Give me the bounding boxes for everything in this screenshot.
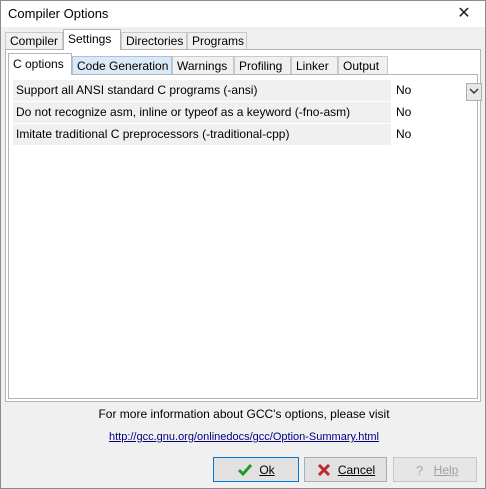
gcc-docs-link[interactable]: http://gcc.gnu.org/onlinedocs/gcc/Option…: [1, 431, 486, 443]
option-value[interactable]: No: [394, 124, 464, 145]
help-label: Help: [433, 462, 459, 477]
option-label: Imitate traditional C preprocessors (-tr…: [13, 124, 391, 145]
cancel-button[interactable]: Cancel: [304, 457, 387, 482]
option-label: Support all ANSI standard C programs (-a…: [13, 80, 391, 101]
chevron-down-icon[interactable]: [466, 83, 482, 101]
tab-compiler[interactable]: Compiler: [5, 32, 63, 49]
option-label: Do not recognize asm, inline or typeof a…: [13, 102, 391, 123]
option-row[interactable]: Support all ANSI standard C programs (-a…: [13, 80, 482, 101]
subtab-profiling[interactable]: Profiling: [234, 56, 291, 74]
option-row[interactable]: Do not recognize asm, inline or typeof a…: [13, 102, 475, 123]
compiler-options-dialog: Compiler Options ✕ Compiler Settings Dir…: [0, 0, 486, 489]
close-icon[interactable]: ✕: [449, 2, 479, 26]
subtab-c-options[interactable]: C options: [8, 53, 72, 75]
tab-settings[interactable]: Settings: [63, 29, 121, 50]
ok-label: Ok: [259, 462, 275, 477]
cancel-x-icon: [316, 462, 332, 478]
window-title: Compiler Options: [8, 6, 109, 21]
option-row[interactable]: Imitate traditional C preprocessors (-tr…: [13, 124, 475, 145]
help-icon: ?: [412, 462, 428, 478]
cancel-label: Cancel: [337, 462, 376, 477]
tab-directories[interactable]: Directories: [121, 32, 187, 49]
option-value[interactable]: No: [394, 80, 464, 101]
main-tabs: Compiler Settings Directories Programs: [5, 29, 481, 50]
subtab-code-generation[interactable]: Code Generation: [72, 56, 172, 74]
info-text: For more information about GCC's options…: [98, 407, 390, 421]
subtab-output[interactable]: Output: [338, 56, 388, 74]
ok-button[interactable]: Ok: [213, 457, 299, 482]
option-value[interactable]: No: [394, 102, 464, 123]
subtab-linker[interactable]: Linker: [291, 56, 338, 74]
svg-text:?: ?: [416, 463, 423, 478]
subtab-warnings[interactable]: Warnings: [172, 56, 234, 74]
settings-panel: C options Code Generation Warnings Profi…: [5, 49, 482, 402]
c-options-panel: Support all ANSI standard C programs (-a…: [8, 74, 482, 399]
check-icon: [237, 462, 253, 478]
help-button[interactable]: ? Help: [393, 457, 477, 482]
tab-programs[interactable]: Programs: [187, 32, 247, 49]
title-bar: Compiler Options ✕: [1, 1, 485, 27]
